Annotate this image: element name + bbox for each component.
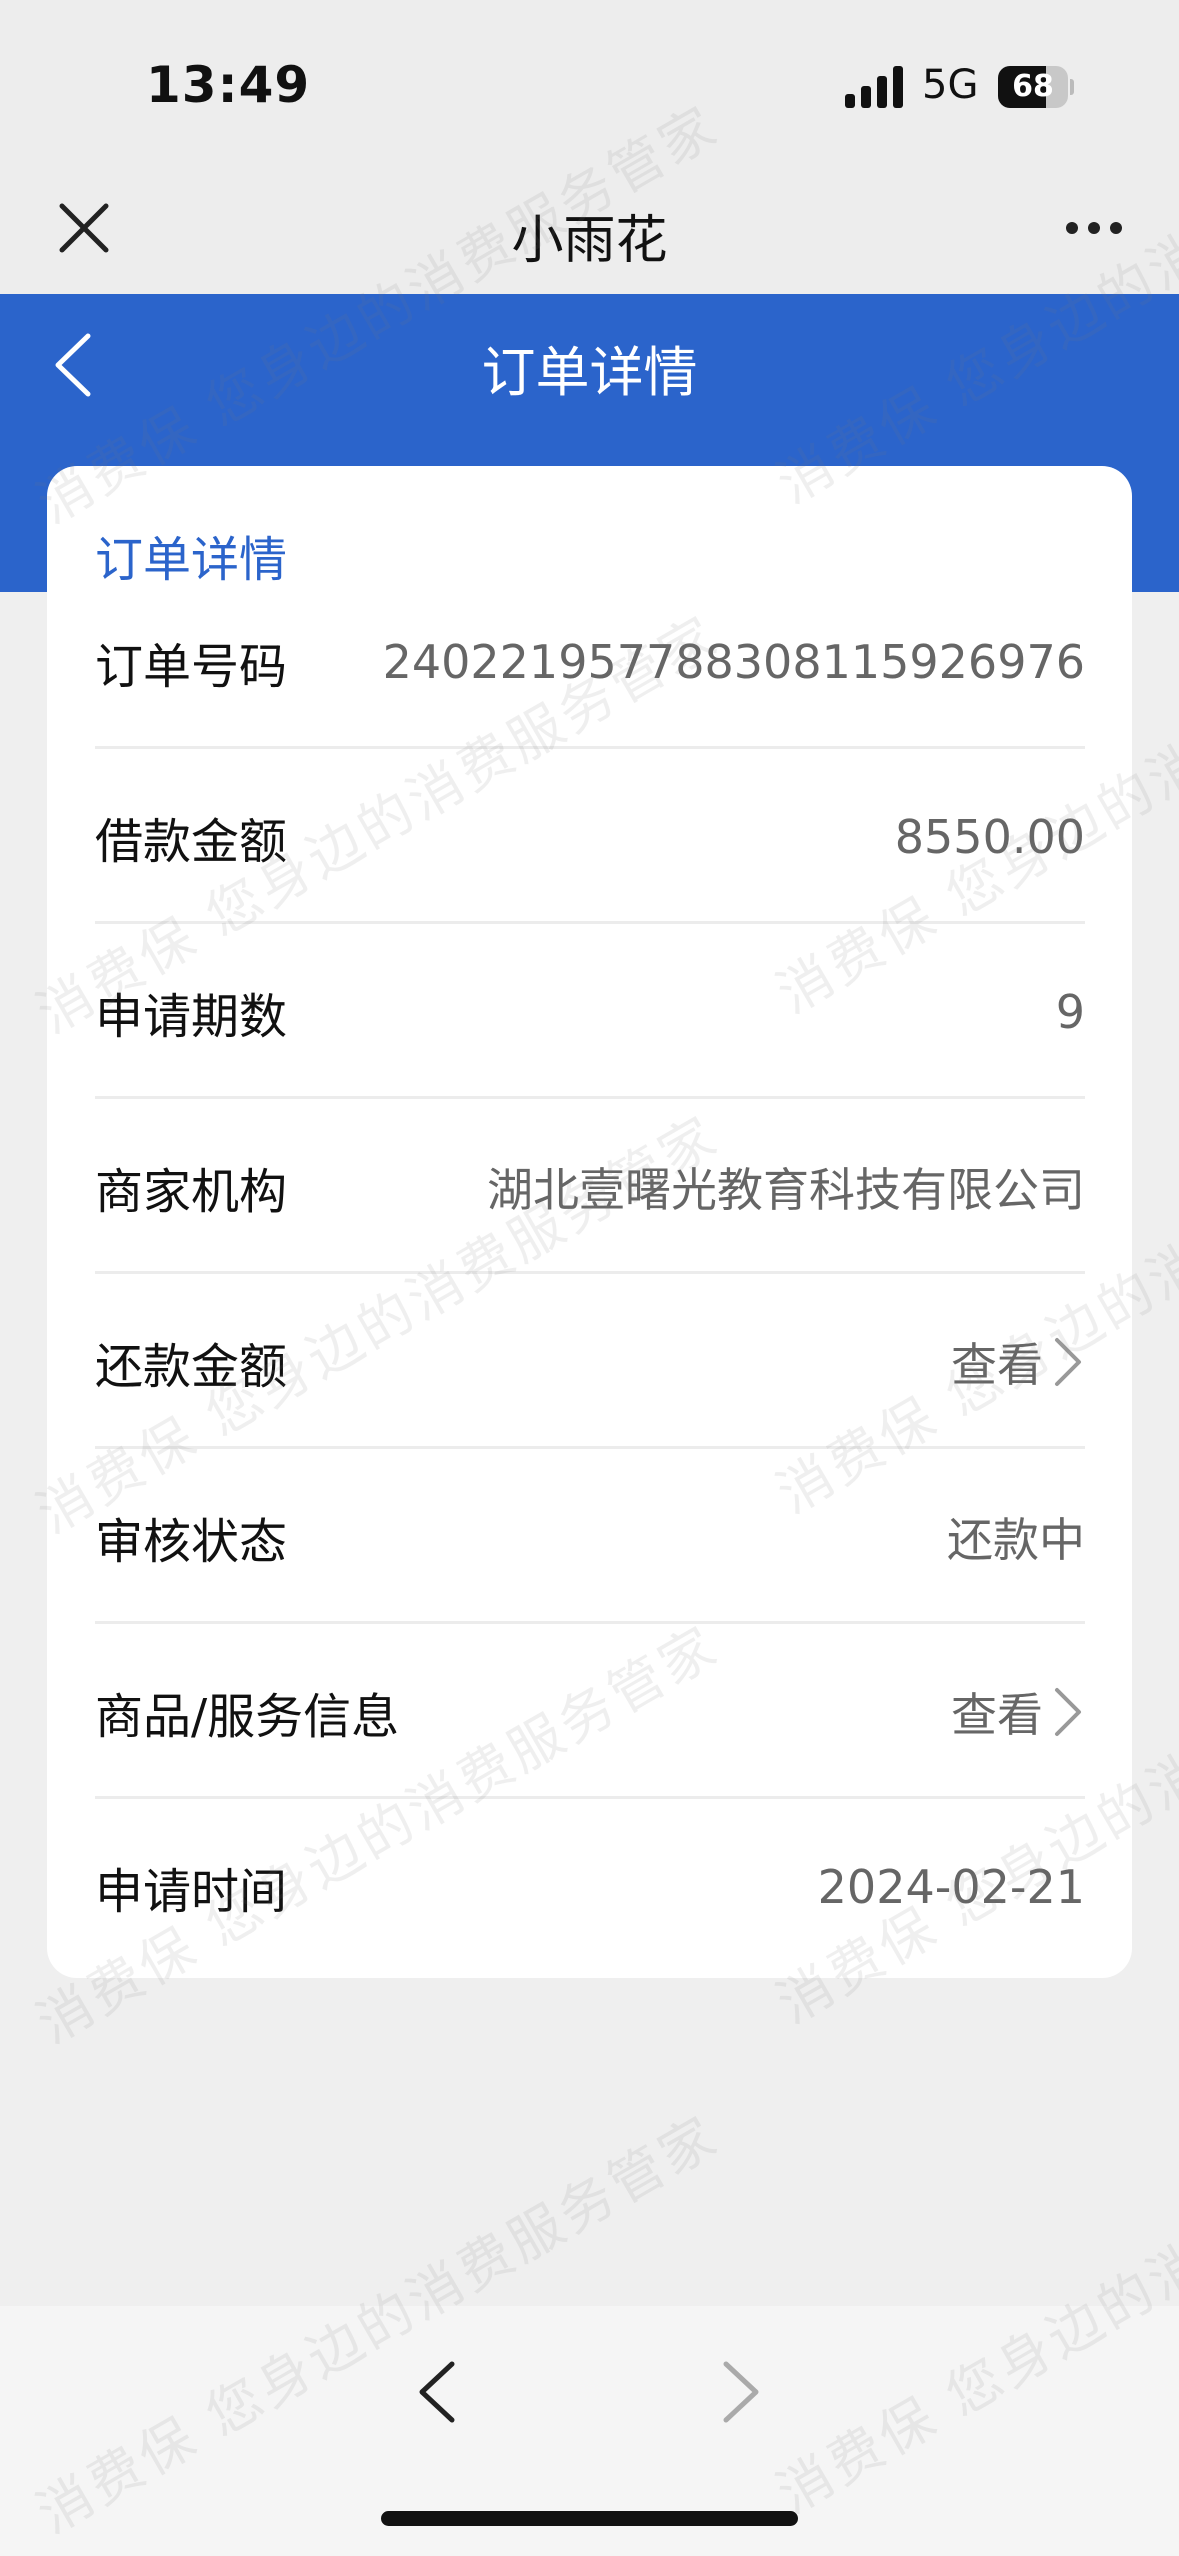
row-label: 商家机构 <box>95 1163 288 1220</box>
row-product-info[interactable]: 商品/服务信息 查看 <box>95 1624 1085 1799</box>
status-bar: 13:49 5G 68 <box>0 0 1179 170</box>
chevron-left-icon[interactable] <box>412 2356 462 2428</box>
row-label: 商品/服务信息 <box>95 1688 400 1745</box>
battery-text: 68 <box>1012 69 1054 104</box>
signal-icon <box>845 66 903 108</box>
row-review-status: 审核状态 还款中 <box>95 1449 1085 1624</box>
browser-toolbar <box>0 2306 1179 2556</box>
status-time: 13:49 <box>146 56 311 114</box>
row-apply-date: 申请时间 2024-02-21 <box>95 1799 1085 1974</box>
page-title: 订单详情 <box>481 341 698 404</box>
view-link-text: 查看 <box>951 1687 1043 1742</box>
battery-icon: 68 <box>998 66 1074 108</box>
row-loan-amount: 借款金额 8550.00 <box>95 749 1085 924</box>
row-order-number: 订单号码 240221957788308115926976 <box>95 574 1085 749</box>
merchant-value: 湖北壹曙光教育科技有限公司 <box>487 1162 1085 1217</box>
row-label: 审核状态 <box>95 1513 288 1570</box>
row-label: 申请期数 <box>95 988 288 1045</box>
apply-date-value: 2024-02-21 <box>817 1859 1085 1914</box>
home-indicator[interactable] <box>381 2511 798 2526</box>
nav-bar: 小雨花 <box>0 170 1179 294</box>
nav-title: 小雨花 <box>511 211 668 271</box>
review-status-value: 还款中 <box>947 1512 1085 1567</box>
row-label: 订单号码 <box>95 638 288 695</box>
more-icon[interactable] <box>1064 220 1124 236</box>
chevron-right-icon[interactable] <box>716 2356 766 2428</box>
chevron-right-icon <box>1055 1687 1081 1736</box>
network-label: 5G <box>922 62 979 108</box>
view-link-text: 查看 <box>951 1337 1043 1392</box>
row-repayment-amount[interactable]: 还款金额 查看 <box>95 1274 1085 1449</box>
order-detail-card: 订单详情 订单号码 240221957788308115926976 借款金额 … <box>47 466 1132 1978</box>
row-installments: 申请期数 9 <box>95 924 1085 1099</box>
row-label: 还款金额 <box>95 1338 288 1395</box>
view-repayment-link[interactable]: 查看 <box>951 1329 1085 1395</box>
row-label: 借款金额 <box>95 813 288 870</box>
order-number-value: 240221957788308115926976 <box>382 634 1085 689</box>
view-product-link[interactable]: 查看 <box>951 1679 1085 1745</box>
loan-amount-value: 8550.00 <box>894 809 1085 864</box>
chevron-right-icon <box>1055 1337 1081 1386</box>
installments-value: 9 <box>1055 984 1085 1039</box>
row-label: 申请时间 <box>95 1863 288 1920</box>
row-merchant: 商家机构 湖北壹曙光教育科技有限公司 <box>95 1099 1085 1274</box>
